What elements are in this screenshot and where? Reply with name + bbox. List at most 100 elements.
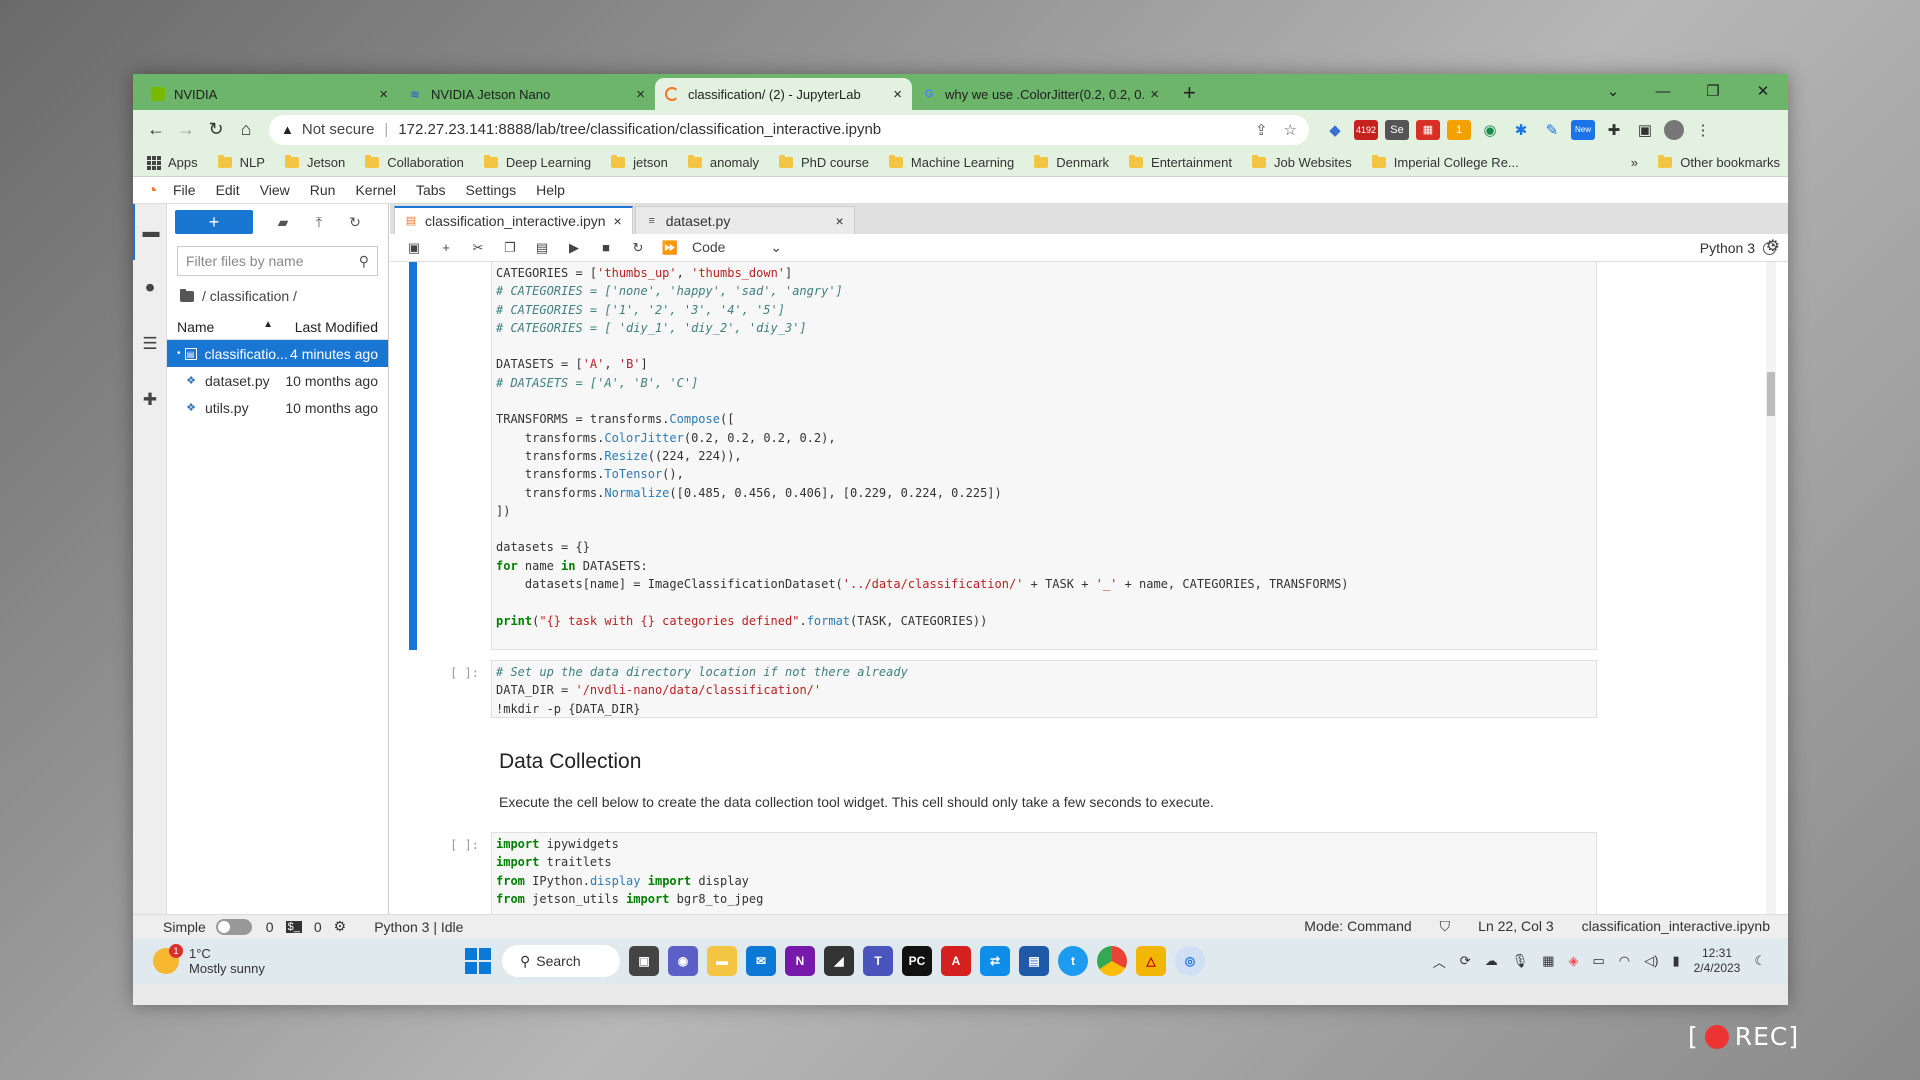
- notification-icon[interactable]: ☾: [1754, 953, 1766, 969]
- menu-run[interactable]: Run: [310, 182, 336, 198]
- menu-edit[interactable]: Edit: [216, 182, 240, 198]
- star-icon[interactable]: ☆: [1284, 121, 1297, 139]
- upload-icon[interactable]: ⤒: [301, 214, 337, 231]
- scrollbar-thumb[interactable]: [1767, 372, 1775, 416]
- tab-search-icon[interactable]: ⌄: [1588, 74, 1638, 110]
- bookmark-folder[interactable]: Jetson: [284, 155, 345, 170]
- extension-icon[interactable]: ◉: [1478, 120, 1502, 140]
- clock[interactable]: 12:31 2/4/2023: [1694, 946, 1741, 976]
- pycharm-icon[interactable]: PC: [902, 946, 932, 976]
- doc-tab-dataset[interactable]: ≡ dataset.py ×: [634, 206, 855, 234]
- simple-mode-toggle[interactable]: [215, 918, 252, 935]
- avatar[interactable]: [1664, 119, 1684, 140]
- more-bookmarks-button[interactable]: »: [1631, 155, 1638, 170]
- bookmark-folder[interactable]: Job Websites: [1251, 155, 1352, 170]
- extensions-icon[interactable]: ✚: [133, 372, 167, 428]
- new-tab-button[interactable]: +: [1169, 78, 1210, 110]
- fast-forward-icon[interactable]: ⏩: [654, 240, 686, 256]
- code-editor[interactable]: import ipywidgets import traitlets from …: [492, 833, 1596, 910]
- bookmark-folder[interactable]: jetson: [611, 155, 668, 170]
- menu-file[interactable]: File: [173, 182, 196, 198]
- settings-side-icon[interactable]: ⚙: [1766, 236, 1780, 256]
- code-editor[interactable]: # Set up the data directory location if …: [492, 661, 1596, 720]
- extension-icon[interactable]: ◆: [1323, 120, 1347, 140]
- menu-help[interactable]: Help: [536, 182, 565, 198]
- forward-icon[interactable]: →: [171, 119, 201, 140]
- weather-widget[interactable]: 1 1°C Mostly sunny: [133, 944, 463, 976]
- cell-type-select[interactable]: Code ⌄: [692, 239, 782, 256]
- cursor-position[interactable]: Ln 22, Col 3: [1478, 918, 1554, 935]
- file-explorer-icon[interactable]: ▬: [707, 946, 737, 976]
- extension-icon[interactable]: ✱: [1509, 120, 1533, 140]
- stop-icon[interactable]: ■: [590, 240, 622, 255]
- save-icon[interactable]: ▣: [398, 240, 430, 256]
- code-cell[interactable]: [ ]: import ipywidgets import traitlets …: [409, 832, 1597, 914]
- sidebar-icon[interactable]: ▣: [1633, 120, 1657, 140]
- onenote-icon[interactable]: N: [785, 946, 815, 976]
- bookmark-folder[interactable]: NLP: [217, 155, 265, 170]
- menu-tabs[interactable]: Tabs: [416, 182, 446, 198]
- app-tray-icon[interactable]: ◈: [1569, 953, 1579, 969]
- bookmark-apps[interactable]: Apps: [147, 155, 198, 170]
- refresh-icon[interactable]: ↻: [337, 214, 373, 231]
- volume-icon[interactable]: ◁): [1644, 953, 1658, 969]
- chevron-up-icon[interactable]: ︿: [1433, 952, 1446, 971]
- cut-icon[interactable]: ✂: [462, 240, 494, 256]
- code-editor[interactable]: CATEGORIES = ['thumbs_up', 'thumbs_down'…: [492, 262, 1596, 632]
- address-bar[interactable]: ▲ Not secure | 172.27.23.141:8888/lab/tr…: [269, 114, 1309, 145]
- remote-desktop-icon[interactable]: ▤: [1019, 946, 1049, 976]
- sticky-notes-icon[interactable]: ◢: [824, 946, 854, 976]
- kernel-indicator[interactable]: Python 3: [1700, 240, 1776, 256]
- extension-icon[interactable]: ✎: [1540, 120, 1564, 140]
- file-filter-input[interactable]: Filter files by name ⚲: [177, 246, 378, 276]
- microphone-icon[interactable]: 🎙: [1512, 953, 1529, 969]
- bookmark-folder[interactable]: Imperial College Re...: [1371, 155, 1519, 170]
- browser-tab-jupyterlab[interactable]: classification/ (2) - JupyterLab ×: [655, 78, 912, 110]
- cell-input[interactable]: CATEGORIES = ['thumbs_up', 'thumbs_down'…: [491, 262, 1597, 650]
- bookmark-folder[interactable]: Denmark: [1034, 155, 1109, 170]
- cell-input[interactable]: # Set up the data directory location if …: [491, 660, 1597, 718]
- file-row[interactable]: • ▤ classificatio... 4 minutes ago: [167, 340, 388, 367]
- extension-icon[interactable]: New: [1571, 119, 1595, 140]
- recorder-icon[interactable]: ◎: [1175, 946, 1205, 976]
- run-icon[interactable]: ▶: [558, 240, 590, 256]
- close-tab-icon[interactable]: ×: [893, 86, 902, 103]
- close-icon[interactable]: ×: [836, 213, 844, 229]
- twitter-icon[interactable]: t: [1058, 946, 1088, 976]
- file-row[interactable]: ❖ utils.py 10 months ago: [167, 394, 388, 421]
- back-icon[interactable]: ←: [141, 119, 171, 140]
- bookmark-folder[interactable]: Machine Learning: [888, 155, 1014, 170]
- display-icon[interactable]: ▭: [1593, 953, 1605, 969]
- teams-icon[interactable]: T: [863, 946, 893, 976]
- menu-view[interactable]: View: [260, 182, 290, 198]
- restore-icon[interactable]: ❐: [1688, 74, 1738, 110]
- close-window-icon[interactable]: ✕: [1738, 74, 1788, 110]
- doc-tab-notebook[interactable]: ▤ classification_interactive.ipyn ×: [394, 206, 633, 234]
- mail-icon[interactable]: ✉: [746, 946, 776, 976]
- close-tab-icon[interactable]: ×: [1150, 86, 1159, 103]
- task-view-icon[interactable]: ▣: [629, 946, 659, 976]
- home-icon[interactable]: ⌂: [231, 119, 261, 140]
- toc-icon[interactable]: ☰: [133, 316, 167, 372]
- insert-cell-icon[interactable]: +: [430, 240, 462, 255]
- notebook-scrollbar[interactable]: [1766, 262, 1776, 914]
- cell-input[interactable]: import ipywidgets import traitlets from …: [491, 832, 1597, 914]
- start-button[interactable]: [463, 946, 493, 976]
- column-modified[interactable]: Last Modified: [287, 319, 378, 335]
- breadcrumb[interactable]: / classification /: [167, 282, 388, 310]
- share-icon[interactable]: ⇪: [1255, 121, 1268, 139]
- close-tab-icon[interactable]: ×: [636, 86, 645, 103]
- bookmark-folder[interactable]: Deep Learning: [483, 155, 591, 170]
- chrome-icon[interactable]: [1097, 946, 1127, 976]
- browser-tab-google[interactable]: G why we use .ColorJitter(0.2, 0.2, 0. ×: [912, 78, 1169, 110]
- reload-icon[interactable]: ↻: [201, 119, 231, 140]
- running-icon[interactable]: ⏺: [133, 260, 167, 316]
- new-folder-icon[interactable]: ▰: [265, 214, 301, 231]
- restart-icon[interactable]: ↻: [622, 240, 654, 256]
- copy-icon[interactable]: ❐: [494, 240, 526, 256]
- folder-icon[interactable]: ▬: [133, 204, 167, 260]
- pdf-reader-icon[interactable]: △: [1136, 946, 1166, 976]
- bookmark-folder[interactable]: anomaly: [687, 155, 759, 170]
- sync-icon[interactable]: ⟳: [1460, 953, 1471, 969]
- menu-kernel[interactable]: Kernel: [355, 182, 395, 198]
